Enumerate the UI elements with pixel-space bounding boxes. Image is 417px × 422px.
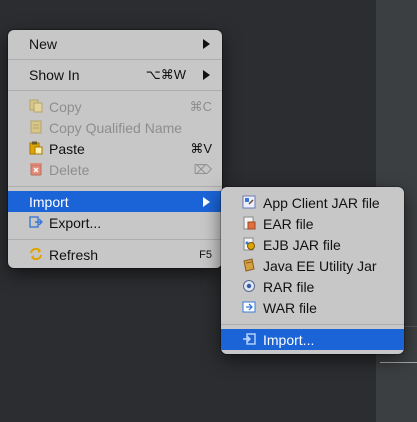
submenu-item-label: App Client JAR file: [263, 195, 380, 211]
menu-item-label: New: [29, 36, 58, 52]
submenu-item-app-client-jar[interactable]: App Client JAR file: [221, 192, 404, 213]
menu-item-label: Import: [29, 194, 69, 210]
menu-item-delete[interactable]: Delete ⌦: [8, 159, 222, 180]
copy-qualified-name-icon: [30, 120, 42, 134]
shortcut-label: ⌘C: [189, 99, 212, 114]
submenu-arrow-icon: [203, 197, 210, 207]
submenu-item-import-more[interactable]: Import...: [221, 329, 404, 350]
menu-item-copy[interactable]: Copy ⌘C: [8, 96, 222, 117]
submenu-item-war-file[interactable]: WAR file: [221, 297, 404, 318]
menu-separator: [8, 90, 222, 91]
submenu-item-java-ee-utility-jar[interactable]: Java EE Utility Jar: [221, 255, 404, 276]
submenu-item-label: Import...: [263, 332, 315, 348]
copy-icon: [29, 99, 43, 113]
menu-item-label: Delete: [49, 162, 90, 178]
background-divider: [380, 362, 417, 363]
menu-item-refresh[interactable]: Refresh F5: [8, 244, 222, 265]
menu-item-label: Refresh: [49, 247, 99, 263]
menu-item-paste[interactable]: Paste ⌘V: [8, 138, 222, 159]
menu-separator: [8, 186, 222, 187]
menu-item-import[interactable]: Import: [8, 191, 222, 212]
app-client-jar-icon: [242, 195, 256, 209]
menu-separator: [8, 239, 222, 240]
rar-file-icon: [243, 280, 255, 292]
menu-item-export[interactable]: Export...: [8, 212, 222, 233]
submenu-item-ear-file[interactable]: EAR file: [221, 213, 404, 234]
submenu-item-rar-file[interactable]: RAR file: [221, 276, 404, 297]
submenu-item-label: WAR file: [263, 300, 317, 316]
context-menu: New Show In ⌥⌘W Copy ⌘C Copy Qualified N…: [8, 30, 222, 268]
shortcut-label: F5: [199, 249, 212, 261]
menu-item-label: Copy Qualified Name: [49, 120, 183, 136]
ear-file-icon: [243, 216, 256, 230]
war-file-icon: [242, 301, 256, 313]
submenu-item-label: EAR file: [263, 216, 314, 232]
shortcut-label: ⌥⌘W: [145, 67, 186, 82]
delete-icon: [30, 163, 42, 176]
paste-icon: [29, 141, 43, 155]
submenu-item-label: RAR file: [263, 279, 315, 295]
ejb-jar-icon: [243, 237, 255, 251]
menu-item-copy-qualified-name[interactable]: Copy Qualified Name: [8, 117, 222, 138]
menu-item-show-in[interactable]: Show In ⌥⌘W: [8, 64, 222, 85]
menu-item-label: Copy: [49, 99, 82, 115]
menu-item-label: Export...: [49, 215, 102, 231]
submenu-arrow-icon: [203, 70, 210, 80]
import-icon: [243, 333, 256, 345]
refresh-icon: [30, 247, 42, 261]
shortcut-label: ⌦: [193, 162, 212, 177]
submenu-arrow-icon: [203, 39, 210, 49]
shortcut-label: ⌘V: [190, 141, 212, 156]
export-icon: [29, 216, 43, 228]
menu-separator: [8, 59, 222, 60]
menu-item-label: Paste: [49, 141, 85, 157]
submenu-item-ejb-jar[interactable]: EJB JAR file: [221, 234, 404, 255]
submenu-item-label: EJB JAR file: [263, 237, 341, 253]
submenu-item-label: Java EE Utility Jar: [263, 258, 377, 274]
menu-item-label: Show In: [29, 67, 80, 83]
menu-separator: [221, 324, 404, 325]
menu-item-new[interactable]: New: [8, 33, 222, 54]
import-submenu: App Client JAR file EAR file EJB JAR fil…: [221, 187, 404, 354]
java-ee-utility-jar-icon: [243, 258, 255, 272]
